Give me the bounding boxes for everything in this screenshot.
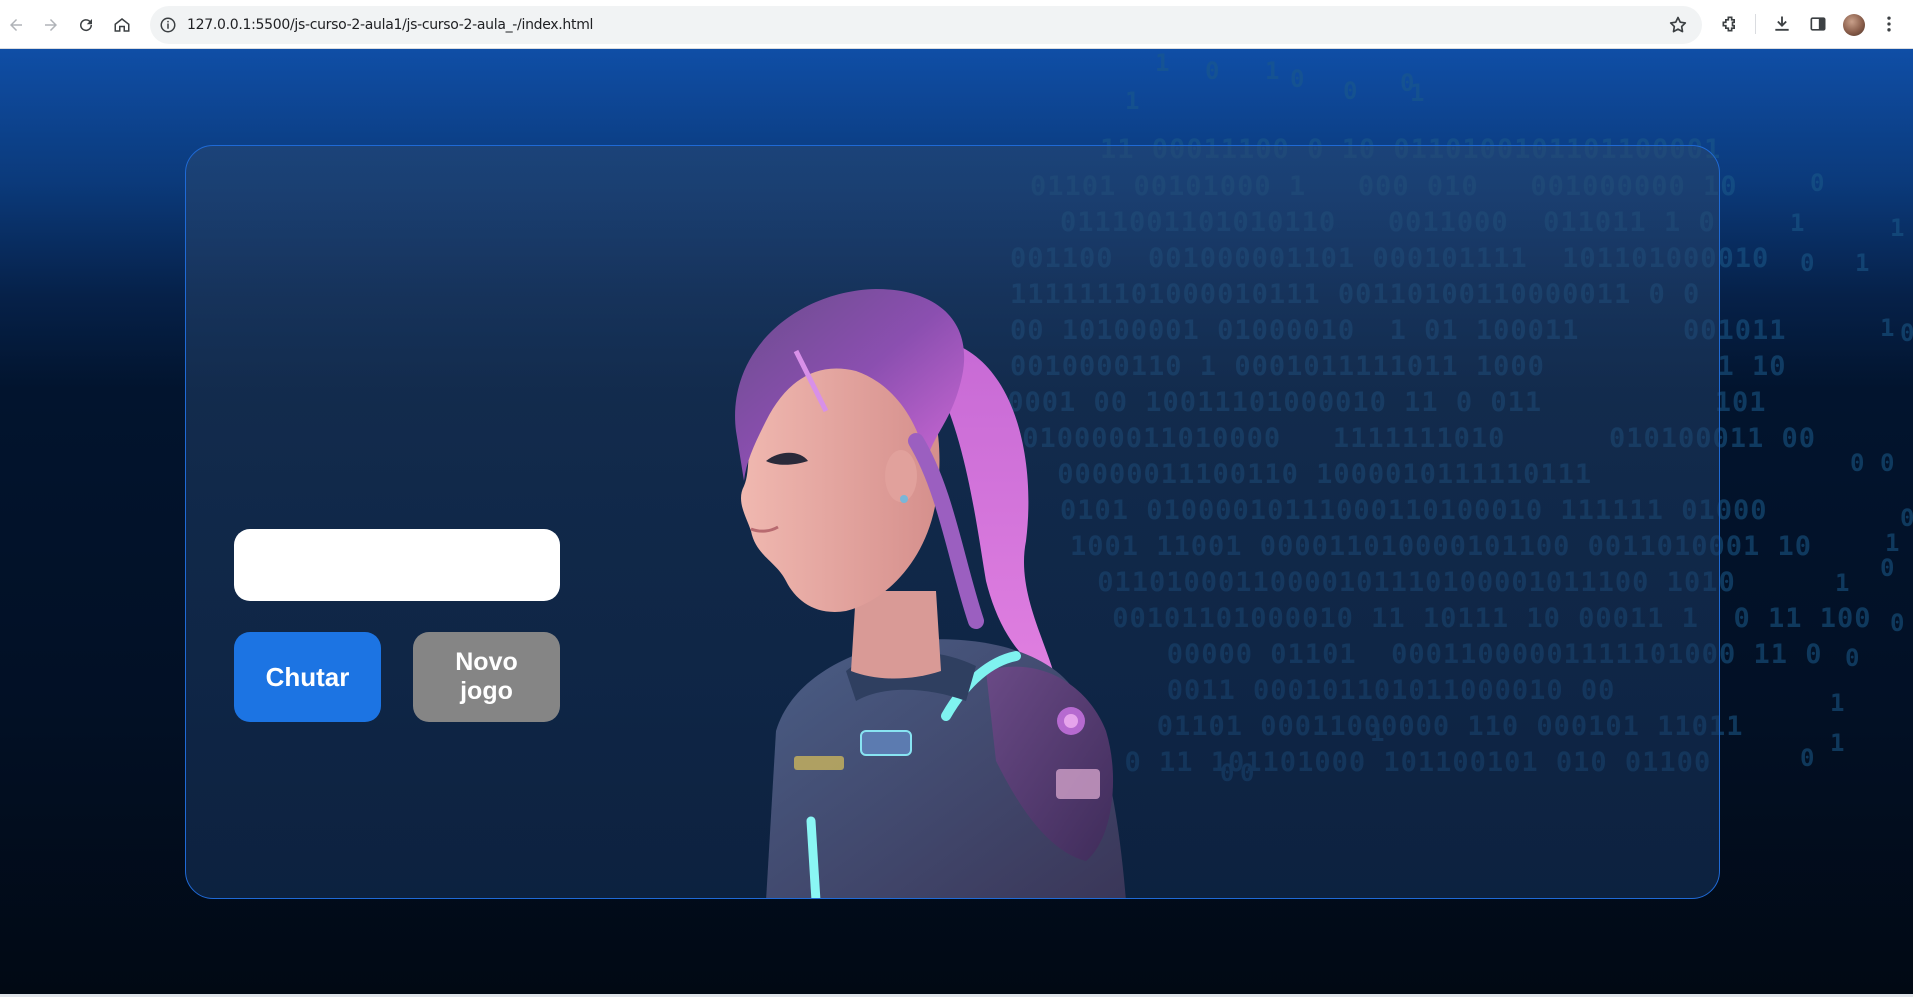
binary-digit: 1	[1155, 49, 1170, 77]
binary-digit: 1	[1880, 314, 1895, 342]
guess-button[interactable]: Chutar	[234, 632, 381, 722]
binary-digit: 0	[1205, 57, 1220, 85]
back-arrow-icon[interactable]	[3, 12, 29, 38]
binary-digit: 0	[1880, 449, 1895, 477]
binary-digit: 1	[1410, 79, 1425, 107]
binary-digit: 1	[1830, 729, 1845, 757]
binary-digit: 1	[1885, 529, 1900, 557]
binary-digit: 0	[1810, 169, 1825, 197]
browser-toolbar: 127.0.0.1:5500/js-curso-2-aula1/js-curso…	[0, 0, 1913, 49]
toolbar-divider	[1755, 14, 1756, 34]
binary-digit: 0	[1890, 609, 1905, 637]
guess-input[interactable]	[234, 529, 560, 601]
binary-digit: 1	[1890, 214, 1905, 242]
new-game-button[interactable]: Novo jogo	[413, 632, 560, 722]
binary-digit: 0	[1880, 554, 1895, 582]
url-text[interactable]: 127.0.0.1:5500/js-curso-2-aula1/js-curso…	[187, 6, 593, 44]
menu-kebab-icon[interactable]	[1877, 12, 1901, 36]
binary-digit: 0	[1900, 504, 1913, 532]
binary-digit: 1	[1790, 209, 1805, 237]
home-icon[interactable]	[109, 12, 135, 38]
page-background: 11 00011100 0 10 01101001011011000010110…	[0, 49, 1913, 995]
address-bar[interactable]: 127.0.0.1:5500/js-curso-2-aula1/js-curso…	[150, 6, 1702, 44]
binary-digit: 0	[1900, 319, 1913, 347]
character-illustration	[735, 289, 1126, 898]
binary-digit: 0	[1343, 77, 1358, 105]
binary-digit: 0	[1845, 644, 1860, 672]
binary-digit: 1	[1835, 569, 1850, 597]
site-info-icon[interactable]	[159, 16, 177, 34]
binary-digit: 0	[1800, 249, 1815, 277]
side-panel-icon[interactable]	[1806, 12, 1830, 36]
binary-digit: 1	[1265, 57, 1280, 85]
binary-digit: 0	[1800, 744, 1815, 772]
game-card: Chutar Novo jogo	[185, 145, 1720, 899]
profile-avatar[interactable]	[1843, 14, 1865, 36]
binary-digit: 1	[1855, 249, 1870, 277]
download-icon[interactable]	[1770, 12, 1794, 36]
reload-icon[interactable]	[73, 12, 99, 38]
binary-digit: 1	[1830, 689, 1845, 717]
extensions-icon[interactable]	[1718, 12, 1742, 36]
binary-digit: 0	[1850, 449, 1865, 477]
binary-digit: 0	[1290, 65, 1305, 93]
binary-digit: 1	[1125, 87, 1140, 115]
bookmark-star-icon[interactable]	[1668, 15, 1688, 35]
forward-arrow-icon[interactable]	[38, 12, 64, 38]
